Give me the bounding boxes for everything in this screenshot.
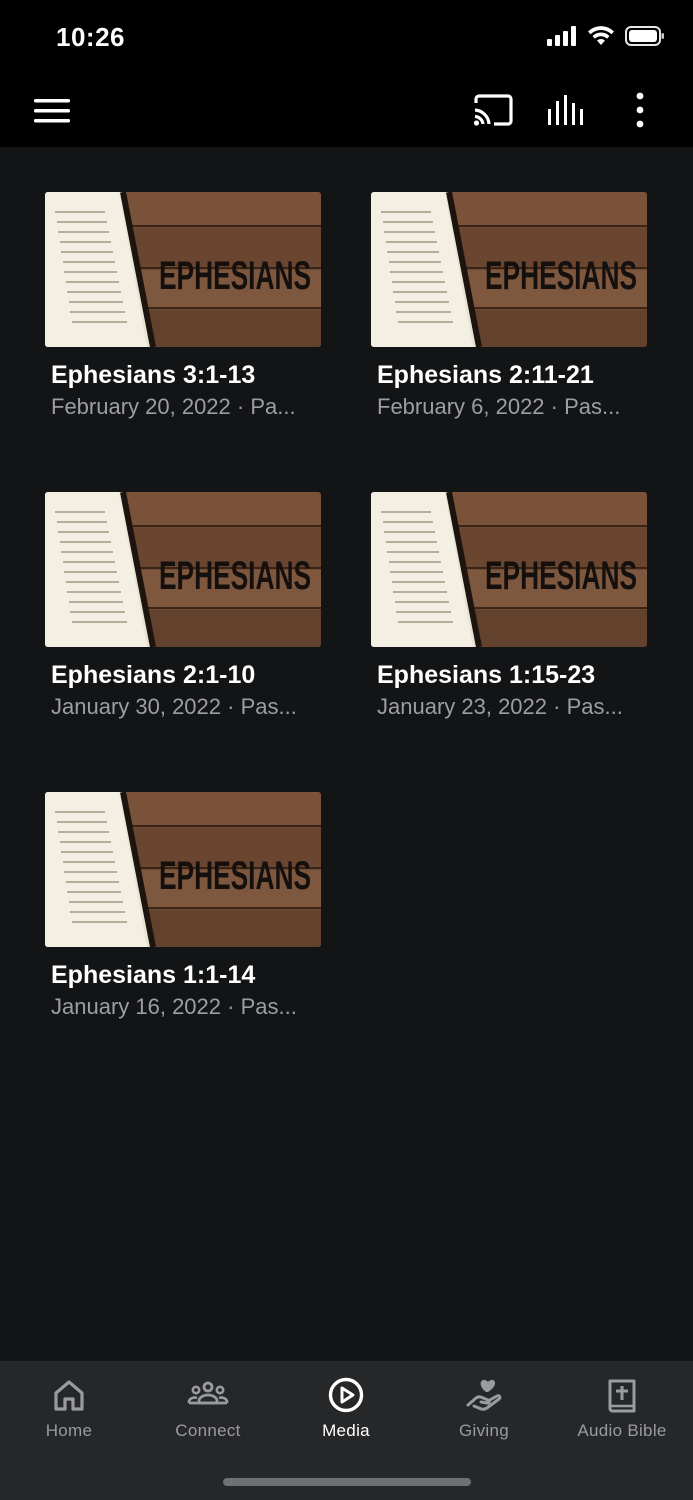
card-subtitle: February 6, 2022 · Pas... [377, 394, 621, 419]
tab-giving[interactable]: Giving [415, 1361, 553, 1461]
thumbnail-text: EPHESIANS [159, 554, 311, 598]
more-vertical-icon [636, 92, 644, 128]
people-icon [187, 1381, 229, 1405]
play-circle-icon [328, 1377, 364, 1413]
sermon-thumbnail: EPHESIANS [371, 492, 647, 647]
media-card[interactable]: EPHESIANS Ephesians 3:1-13 February 20, … [45, 192, 335, 420]
card-title: Ephesians 3:1-13 [51, 361, 256, 389]
thumbnail-text: EPHESIANS [159, 854, 311, 898]
media-card[interactable]: EPHESIANS Ephesians 1:1-14 January 16, 2… [45, 792, 335, 1020]
card-title: Ephesians 2:11-21 [377, 361, 594, 389]
battery-icon [625, 26, 664, 46]
tab-connect[interactable]: Connect [139, 1361, 277, 1461]
thumbnail-text: EPHESIANS [159, 254, 311, 298]
hamburger-menu-icon [34, 99, 70, 123]
media-grid: EPHESIANS Ephesians 3:1-13 February 20, … [0, 147, 693, 1361]
card-title: Ephesians 2:1-10 [51, 661, 256, 689]
sermon-thumbnail: EPHESIANS [45, 792, 321, 947]
tab-label: Audio Bible [577, 1421, 667, 1440]
wifi-icon [588, 26, 614, 45]
tab-label: Home [45, 1421, 93, 1440]
tab-label: Connect [175, 1421, 241, 1440]
thumbnail-text: EPHESIANS [485, 554, 637, 598]
cellular-signal-icon [547, 26, 576, 46]
cast-button[interactable] [470, 91, 516, 131]
media-card[interactable]: EPHESIANS Ephesians 1:15-23 January 23, … [371, 492, 661, 720]
media-card[interactable]: EPHESIANS Ephesians 2:11-21 February 6, … [371, 192, 661, 420]
status-time: 10:26 [56, 22, 125, 52]
home-icon [54, 1380, 84, 1411]
menu-button[interactable] [30, 95, 74, 127]
status-icons [547, 26, 665, 46]
card-title: Ephesians 1:1-14 [51, 961, 256, 989]
tab-home[interactable]: Home [0, 1361, 138, 1461]
audio-button[interactable] [542, 91, 590, 131]
status-bar: 10:26 [0, 0, 693, 75]
thumbnail-text: EPHESIANS [485, 254, 637, 298]
audio-bars-icon [548, 95, 583, 125]
card-subtitle: January 30, 2022 · Pas... [51, 694, 297, 719]
bible-icon [608, 1379, 636, 1413]
media-card[interactable]: EPHESIANS Ephesians 2:1-10 January 30, 2… [45, 492, 335, 720]
card-subtitle: January 23, 2022 · Pas... [377, 694, 623, 719]
tab-media[interactable]: Media [277, 1361, 415, 1461]
sermon-thumbnail: EPHESIANS [371, 192, 647, 347]
sermon-thumbnail: EPHESIANS [45, 492, 321, 647]
card-subtitle: February 20, 2022 · Pa... [51, 394, 296, 419]
tab-label: Media [322, 1421, 370, 1440]
tab-label: Giving [459, 1421, 509, 1440]
tab-audio-bible[interactable]: Audio Bible [553, 1361, 691, 1461]
card-subtitle: January 16, 2022 · Pas... [51, 994, 297, 1019]
cast-icon [473, 94, 513, 126]
sermon-thumbnail: EPHESIANS [45, 192, 321, 347]
home-indicator[interactable] [223, 1478, 471, 1486]
app-bar [0, 75, 693, 147]
card-title: Ephesians 1:15-23 [377, 661, 596, 689]
more-options-button[interactable] [624, 89, 656, 133]
giving-hand-heart-icon [466, 1379, 502, 1411]
